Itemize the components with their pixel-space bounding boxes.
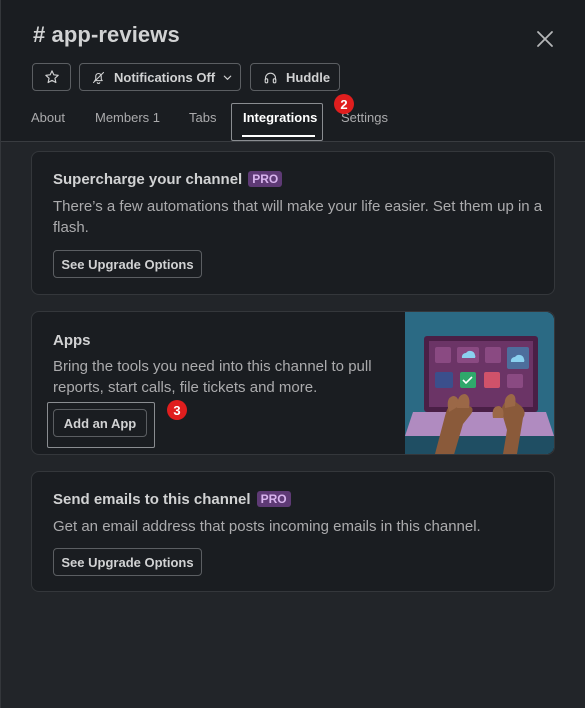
channel-details-dialog: # app-reviews Notifications Off Huddle A… — [0, 0, 585, 708]
apps-card: Apps Bring the tools you need into this … — [31, 311, 555, 455]
chevron-down-icon — [223, 75, 232, 80]
supercharge-description: There’s a few automations that will make… — [53, 198, 543, 236]
apps-illustration — [405, 312, 554, 454]
supercharge-title: Supercharge your channel PRO — [53, 171, 283, 188]
step-badge-2: 2 — [334, 94, 354, 114]
tab-about[interactable]: About — [31, 110, 65, 125]
tab-integrations[interactable]: Integrations — [243, 110, 317, 125]
emails-description: Get an email address that posts incoming… — [53, 518, 481, 535]
pro-badge: PRO — [248, 171, 283, 187]
tab-bar: About Members 1 Tabs Integrations Settin… — [1, 102, 585, 142]
emails-title-text: Send emails to this channel — [53, 491, 251, 508]
huddle-label: Huddle — [286, 69, 331, 85]
supercharge-card: Supercharge your channel PRO There’s a fe… — [31, 151, 555, 295]
close-button[interactable] — [533, 27, 557, 51]
star-icon — [44, 70, 59, 84]
dialog-header: # app-reviews Notifications Off Huddle A… — [1, 0, 585, 142]
headphones-icon — [264, 72, 277, 83]
see-upgrade-options-button[interactable]: See Upgrade Options — [53, 250, 202, 278]
step-badge-3: 3 — [167, 400, 187, 420]
huddle-button[interactable]: Huddle — [250, 63, 340, 91]
apps-description: Bring the tools you need into this chann… — [53, 358, 372, 396]
notifications-button[interactable]: Notifications Off — [79, 63, 241, 91]
star-channel-button[interactable] — [32, 63, 71, 91]
emails-title: Send emails to this channel PRO — [53, 491, 291, 508]
supercharge-title-text: Supercharge your channel — [53, 171, 243, 188]
bell-off-icon — [92, 71, 105, 84]
add-an-app-button[interactable]: Add an App — [53, 409, 147, 437]
tab-tabs[interactable]: Tabs — [189, 110, 216, 125]
apps-title: Apps — [53, 332, 91, 349]
pro-badge: PRO — [256, 491, 291, 507]
active-tab-indicator — [242, 135, 315, 137]
tab-members[interactable]: Members 1 — [95, 110, 160, 125]
emails-card: Send emails to this channel PRO Get an em… — [31, 471, 555, 592]
see-upgrade-options-button[interactable]: See Upgrade Options — [53, 548, 202, 576]
close-icon — [537, 31, 553, 47]
channel-title: # app-reviews — [33, 22, 180, 47]
notifications-label: Notifications Off — [114, 69, 216, 85]
laptop-illustration — [405, 312, 554, 454]
